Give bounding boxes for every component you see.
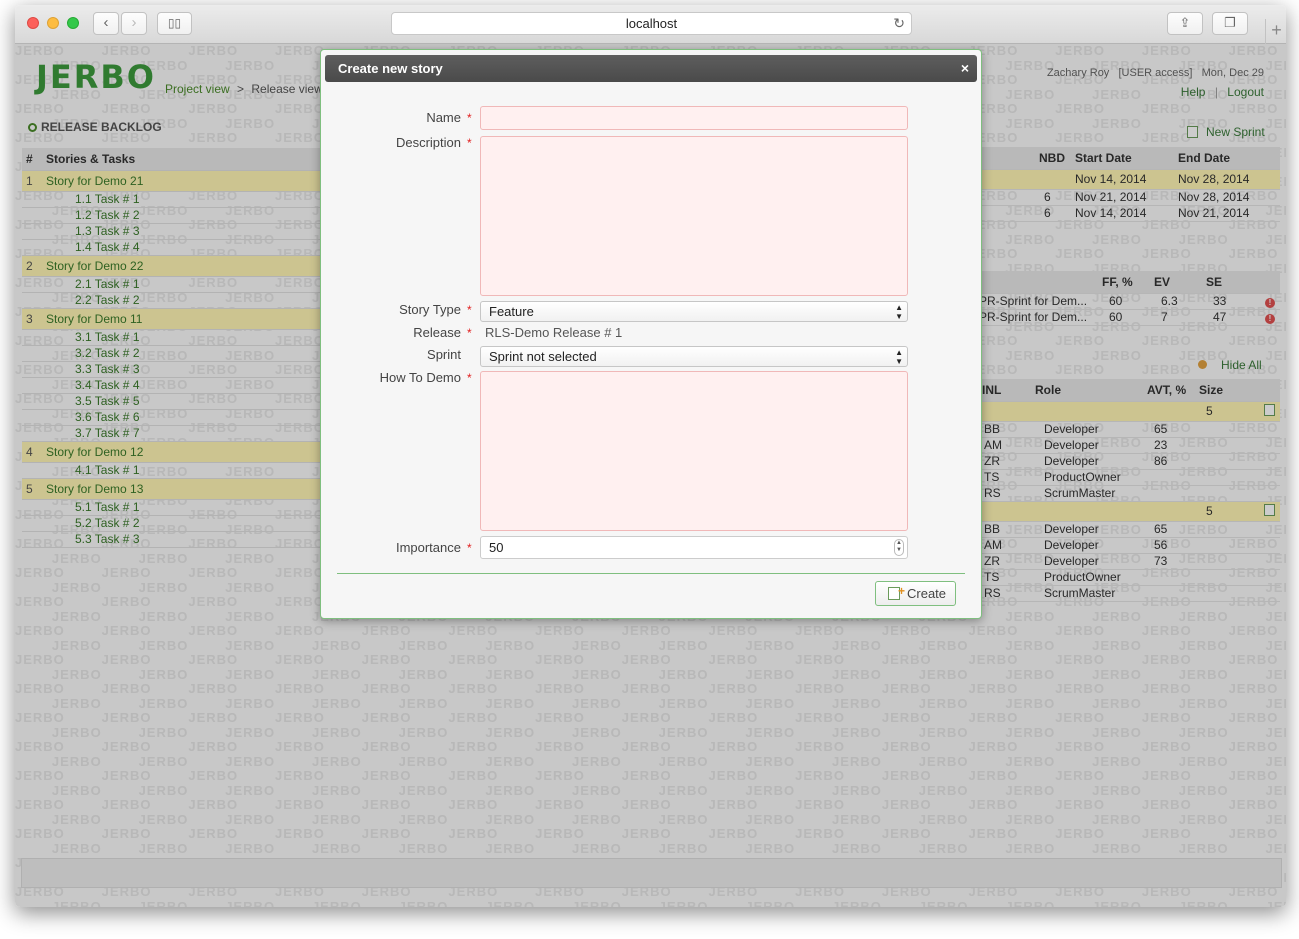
create-label: Create [907,586,947,601]
how-to-demo-label: How To Demo [379,370,461,385]
forward-button[interactable]: › [121,12,147,35]
window-close-button[interactable] [27,17,39,29]
story-type-value: Feature [489,304,534,319]
required-mark: * [467,371,472,385]
story-type-select[interactable]: Feature ▲ ▼ [480,301,908,322]
release-label: Release [413,325,461,340]
importance-label: Importance [395,540,461,555]
chevron-left-icon: ‹ [103,14,109,31]
stepper-icon[interactable]: ▲ ▼ [894,539,904,556]
share-button[interactable]: ⇪ [1167,12,1203,35]
page-content: JERBO JERBO JERBO JERBO JERBO JERBO JERB… [15,44,1286,907]
required-mark: * [467,541,472,555]
dialog-divider [337,573,965,574]
window-minimize-button[interactable] [47,17,59,29]
browser-titlebar: ‹ › ▯▯ localhost ↻ ⇪ ❐ + [15,5,1286,44]
required-mark: * [467,111,472,125]
name-label: Name [426,110,461,125]
importance-value: 50 [489,540,504,555]
select-arrows-icon: ▲ ▼ [895,303,903,321]
chevron-right-icon: › [131,14,137,31]
importance-input[interactable]: 50 ▲ ▼ [480,536,908,559]
close-icon[interactable]: × [961,55,969,82]
sprint-value: Sprint not selected [489,349,597,364]
description-label: Description [395,135,461,150]
sprint-label: Sprint [427,347,461,362]
release-value: RLS-Demo Release # 1 [485,325,623,340]
description-textarea[interactable] [480,136,908,296]
how-to-demo-textarea[interactable] [480,371,908,531]
select-arrows-icon: ▲ ▼ [895,348,903,366]
create-story-dialog: Create new story × Name * Description * … [320,49,982,619]
dialog-header: Create new story × [325,55,977,82]
dialog-title: Create new story [338,61,443,76]
sprint-select[interactable]: Sprint not selected ▲ ▼ [480,346,908,367]
share-icon: ⇪ [1179,15,1191,30]
plus-icon: + [1271,20,1282,40]
name-input[interactable] [480,106,908,130]
required-mark: * [467,326,472,340]
required-mark: * [467,303,472,317]
sidebar-toggle-button[interactable]: ▯▯ [157,12,192,35]
new-tab-button[interactable]: + [1265,19,1286,44]
browser-window: ‹ › ▯▯ localhost ↻ ⇪ ❐ + JERBO JERBO JER… [15,5,1286,907]
story-type-label: Story Type [399,302,461,317]
reload-icon[interactable]: ↻ [893,13,905,34]
tabs-button[interactable]: ❐ [1212,12,1248,35]
back-button[interactable]: ‹ [93,12,119,35]
sidebar-icon: ▯▯ [167,16,182,30]
new-document-icon [888,580,905,603]
address-bar[interactable]: localhost ↻ [391,12,912,35]
tabs-icon: ❐ [1224,15,1236,30]
required-mark: * [467,136,472,150]
url-text: localhost [625,16,678,31]
create-button[interactable]: Create [875,580,956,606]
window-maximize-button[interactable] [67,17,79,29]
